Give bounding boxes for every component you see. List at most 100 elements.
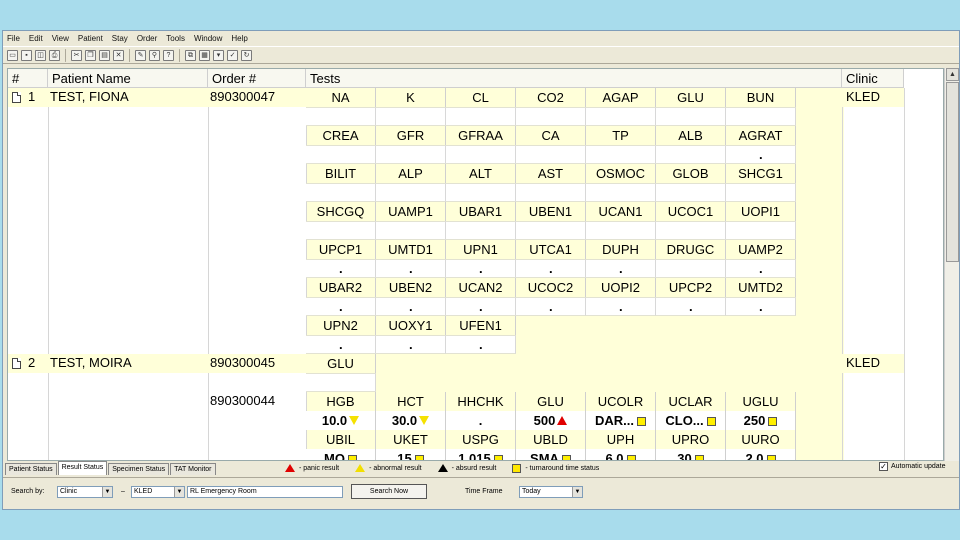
test-code[interactable]: UPCP1 [306,240,376,259]
tab-result-status[interactable]: Result Status [57,461,108,475]
new-window-icon[interactable]: ⧉ [185,49,196,61]
test-code[interactable]: HHCHK [446,392,516,411]
test-result-cell[interactable] [656,183,726,202]
test-result-cell[interactable] [306,107,376,126]
test-result-cell[interactable] [516,145,586,164]
menu-item-help[interactable]: Help [231,34,247,43]
test-result-cell[interactable]: . [586,297,656,316]
test-result-cell[interactable] [726,107,796,126]
test-result-cell[interactable] [376,145,446,164]
test-code[interactable]: UPN2 [306,316,376,335]
menu-item-edit[interactable]: Edit [29,34,43,43]
test-result-cell[interactable] [516,183,586,202]
copy-icon[interactable]: ❐ [85,49,96,61]
binoculars-icon[interactable]: ⚲ [149,49,160,61]
test-code[interactable]: GLU [516,392,586,411]
test-code[interactable]: GLU [306,354,376,373]
test-result-cell[interactable]: . [726,259,796,278]
test-code[interactable]: AGAP [586,88,656,107]
test-code[interactable]: UKET [376,430,446,449]
test-code[interactable]: UCAN2 [446,278,516,297]
test-code[interactable]: UBAR2 [306,278,376,297]
test-result-cell[interactable] [586,183,656,202]
test-result-value[interactable]: . [446,411,516,430]
automatic-update-checkbox[interactable]: ✓ Automatic update [879,462,945,471]
test-code[interactable]: UCOC2 [516,278,586,297]
test-result-cell[interactable] [376,107,446,126]
verify-icon[interactable]: ✓ [227,49,238,61]
test-code[interactable]: UBIL [306,430,376,449]
column-header-tests[interactable]: Tests [306,69,842,88]
test-code[interactable]: UCAN1 [586,202,656,221]
test-result-cell[interactable] [306,183,376,202]
test-code[interactable]: UTCA1 [516,240,586,259]
clinic-code-select[interactable]: KLED ▼ [131,486,185,498]
test-result-cell[interactable]: . [586,259,656,278]
edit-icon[interactable]: ✎ [135,49,146,61]
print-preview-icon[interactable]: ◫ [35,49,46,61]
column-header-clinic[interactable]: Clinic [842,69,904,88]
document-icon[interactable] [12,92,21,103]
test-result-cell[interactable] [586,145,656,164]
test-code[interactable]: AST [516,164,586,183]
test-result-value[interactable]: CLO... [656,411,726,430]
test-code[interactable]: UBEN1 [516,202,586,221]
test-result-value[interactable]: 10.0 [306,411,376,430]
test-code[interactable]: CA [516,126,586,145]
test-code[interactable]: UPH [586,430,656,449]
test-result-cell[interactable]: . [516,259,586,278]
menu-item-stay[interactable]: Stay [112,34,128,43]
test-code[interactable]: UOXY1 [376,316,446,335]
test-code[interactable]: DUPH [586,240,656,259]
test-code[interactable]: UAMP1 [376,202,446,221]
test-result-cell[interactable]: . [306,297,376,316]
test-result-cell[interactable] [726,183,796,202]
test-code[interactable]: ALP [376,164,446,183]
test-result-value[interactable]: MO [306,449,376,460]
test-code[interactable]: UBEN2 [376,278,446,297]
test-code[interactable]: GFRAA [446,126,516,145]
test-result-cell[interactable]: . [656,297,726,316]
test-code[interactable]: UPCP2 [656,278,726,297]
menu-item-view[interactable]: View [52,34,69,43]
test-result-cell[interactable]: . [446,297,516,316]
test-code[interactable]: AGRAT [726,126,796,145]
tab-patient-status[interactable]: Patient Status [5,463,57,475]
test-result-cell[interactable] [516,107,586,126]
test-result-cell[interactable] [306,221,376,240]
test-result-value[interactable]: 250 [726,411,796,430]
test-code[interactable]: UOPI1 [726,202,796,221]
test-code[interactable]: HGB [306,392,376,411]
print-icon[interactable]: ⎙ [49,49,60,61]
test-code[interactable]: UOPI2 [586,278,656,297]
test-code[interactable]: BUN [726,88,796,107]
test-result-cell[interactable]: . [446,335,516,354]
menu-item-order[interactable]: Order [137,34,157,43]
search-by-select[interactable]: Clinic ▼ [57,486,113,498]
column-header-patient[interactable]: Patient Name [48,69,208,88]
paste-icon[interactable]: ▤ [99,49,110,61]
test-result-cell[interactable]: . [726,297,796,316]
test-code[interactable]: TP [586,126,656,145]
test-code[interactable]: K [376,88,446,107]
patient-name[interactable]: TEST, MOIRA [50,355,132,370]
chevron-down-icon[interactable]: ▼ [174,487,184,497]
test-result-value[interactable]: 1.015 [446,449,516,460]
document-icon[interactable] [12,358,21,369]
test-code[interactable]: UCOC1 [656,202,726,221]
scroll-up-icon[interactable]: ▲ [946,68,959,81]
search-now-button[interactable]: Search Now [351,484,427,499]
menu-item-file[interactable]: File [7,34,20,43]
test-code[interactable]: UFEN1 [446,316,516,335]
test-code[interactable]: BILIT [306,164,376,183]
open-icon[interactable]: ▭ [7,49,18,61]
test-result-cell[interactable]: . [376,297,446,316]
test-result-cell[interactable]: . [726,145,796,164]
refresh-icon[interactable]: ↻ [241,49,252,61]
test-result-cell[interactable] [446,107,516,126]
test-result-cell[interactable]: . [516,297,586,316]
test-result-value[interactable]: 6.0 [586,449,656,460]
test-code[interactable]: CL [446,88,516,107]
test-result-cell[interactable]: . [376,335,446,354]
test-code[interactable]: HCT [376,392,446,411]
